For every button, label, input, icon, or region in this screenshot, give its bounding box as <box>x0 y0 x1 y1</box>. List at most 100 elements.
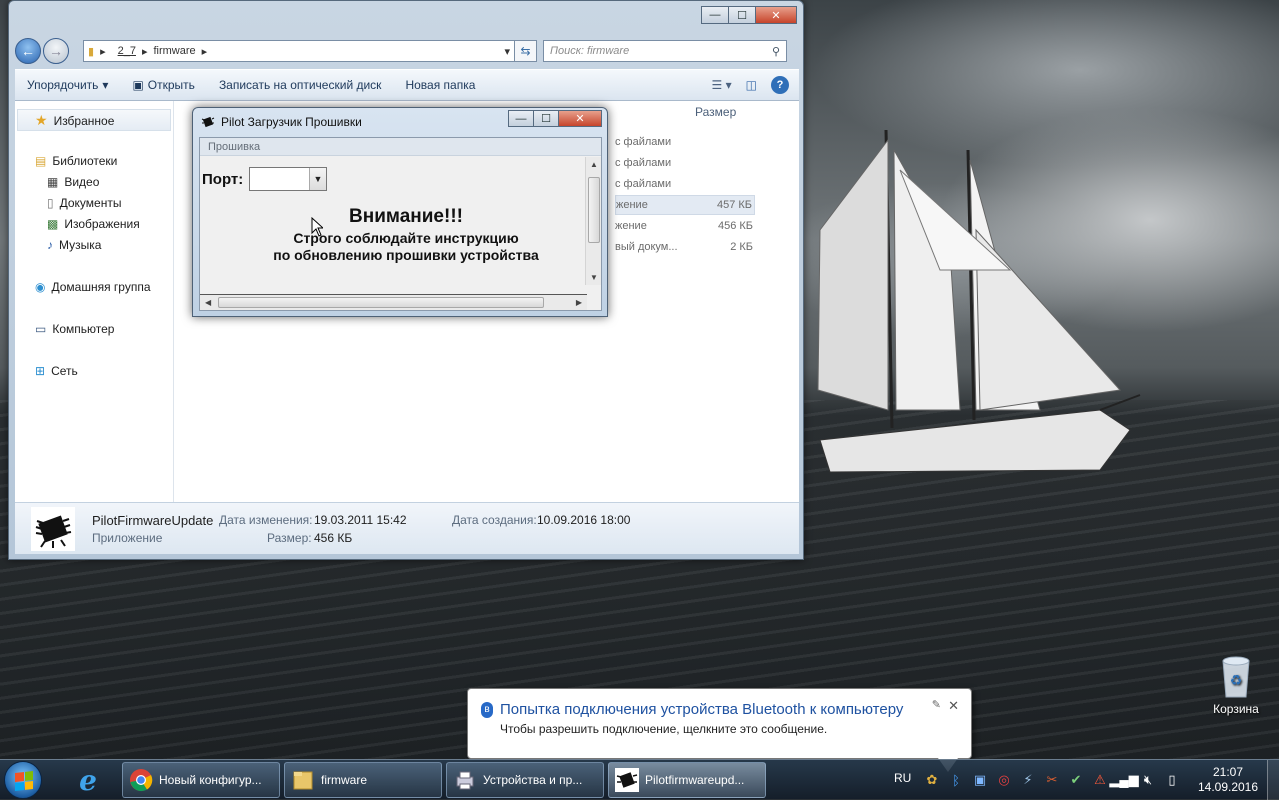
usb-icon[interactable]: ⚡ <box>1018 770 1038 790</box>
breadcrumb-item[interactable]: firmware <box>153 45 195 57</box>
close-button[interactable]: ✕ <box>558 110 602 127</box>
nav-video[interactable]: ▦ Видео <box>47 175 99 189</box>
bluetooth-icon[interactable]: ᛒ <box>946 770 966 790</box>
view-options-icon[interactable]: ☰ ▾ <box>712 78 732 92</box>
breadcrumb-item[interactable]: 2_7 <box>118 45 136 57</box>
nav-label: Изображения <box>64 217 140 231</box>
document-icon: ▯ <box>47 196 54 210</box>
details-created-label: Дата создания: <box>452 513 537 527</box>
nav-libraries[interactable]: ▤ Библиотеки <box>35 154 117 168</box>
open-label: Открыть <box>147 78 195 92</box>
notification-text: Чтобы разрешить подключение, щелкните эт… <box>500 722 828 736</box>
file-type: вый докум... <box>615 241 678 253</box>
horizontal-scrollbar[interactable]: ◀ ▶ <box>200 294 587 310</box>
language-indicator[interactable]: RU <box>894 771 911 785</box>
port-label: Порт: <box>202 171 244 188</box>
nav-homegroup[interactable]: ◉ Домашняя группа <box>35 280 151 294</box>
pilot-caption-buttons: — ☐ ✕ <box>508 110 602 127</box>
file-type: с файлами <box>615 157 672 169</box>
file-row[interactable]: с файлами <box>615 154 755 174</box>
nav-network[interactable]: ⊞ Сеть <box>35 364 78 378</box>
volume-muted-icon[interactable]: 🔇︎ <box>1138 770 1158 790</box>
nav-label: Компьютер <box>52 322 115 336</box>
scrollbar-thumb[interactable] <box>588 177 600 243</box>
monitor-icon[interactable]: ▣ <box>970 770 990 790</box>
action-center-warning-icon[interactable]: ⚠ <box>1090 770 1110 790</box>
help-icon[interactable]: ? <box>771 76 789 94</box>
dropdown-arrow-icon[interactable]: ▾ <box>504 45 510 58</box>
show-desktop-button[interactable] <box>1267 760 1279 800</box>
file-row-selected[interactable]: жение 457 КБ <box>615 195 755 215</box>
task-pilot[interactable]: Pilotfirmwareupd... <box>608 762 766 798</box>
safely-remove-icon[interactable]: ✔ <box>1066 770 1086 790</box>
organize-button[interactable]: Упорядочить ▾ <box>15 78 120 92</box>
forward-button[interactable]: → <box>43 38 69 64</box>
computer-icon: ▭ <box>35 322 47 336</box>
search-input[interactable]: Поиск: firmware ⚲ <box>543 40 787 62</box>
menu-firmware[interactable]: Прошивка <box>200 138 601 156</box>
file-row[interactable]: жение 456 КБ <box>615 217 755 237</box>
tray-red-app-icon[interactable]: ◎ <box>994 770 1014 790</box>
maximize-button[interactable]: ☐ <box>533 110 559 127</box>
internet-explorer-button[interactable]: e <box>68 762 108 798</box>
minimize-button[interactable]: — <box>508 110 534 127</box>
navigation-pane: ★ Избранное ▤ Библиотеки ▦ Видео ▯ Документы… <box>15 101 174 502</box>
preview-pane-icon[interactable]: ◫ <box>746 78 757 92</box>
clock[interactable]: 21:07 14.09.2016 <box>1192 765 1264 795</box>
scrollbar-thumb[interactable] <box>218 297 544 308</box>
pin-icon[interactable]: ✎ <box>932 698 941 711</box>
details-created-value: 10.09.2016 18:00 <box>537 513 631 527</box>
bluetooth-icon: ʙ <box>481 702 493 718</box>
task-explorer[interactable]: firmware <box>284 762 442 798</box>
svg-text:♻: ♻ <box>1230 672 1243 688</box>
port-select[interactable]: ▼ <box>249 167 327 191</box>
file-row[interactable]: вый докум... 2 КБ <box>615 238 755 258</box>
chevron-down-icon: ▾ <box>102 78 109 92</box>
file-row[interactable]: с файлами <box>615 175 755 195</box>
clock-date: 14.09.2016 <box>1197 780 1259 794</box>
close-button[interactable]: ✕ <box>948 698 959 714</box>
new-folder-button[interactable]: Новая папка <box>393 78 487 92</box>
power-icon[interactable]: ▯ <box>1162 770 1182 790</box>
column-header-size[interactable]: Размер <box>695 105 736 119</box>
nav-music[interactable]: ♪ Музыка <box>47 238 101 252</box>
vertical-scrollbar[interactable]: ▲ ▼ <box>585 157 601 285</box>
burn-disc-button[interactable]: Записать на оптический диск <box>207 78 394 92</box>
taskbar: e Новый конфигур... firmware Устройства … <box>0 759 1279 800</box>
scroll-down-icon[interactable]: ▼ <box>590 273 598 282</box>
network-signal-icon[interactable]: ▂▄▆ <box>1109 770 1138 790</box>
nav-images[interactable]: ▩ Изображения <box>47 217 140 231</box>
task-devices[interactable]: Устройства и пр... <box>446 762 604 798</box>
star-icon: ★ <box>35 112 48 128</box>
address-bar[interactable]: ▮ ▸ 2_7 ▸ firmware ▸ ▾ <box>83 40 515 62</box>
chip-app-icon <box>201 116 215 128</box>
nav-computer[interactable]: ▭ Компьютер <box>35 322 114 336</box>
pilot-client-area: Прошивка Порт: ▼ Внимание!!! Строго собл… <box>199 137 602 311</box>
minimize-button[interactable]: — <box>701 6 729 24</box>
file-row[interactable]: с файлами <box>615 133 755 153</box>
tray-app-icon[interactable]: ✿ <box>922 770 942 790</box>
refresh-button[interactable]: ⇆ <box>515 40 537 62</box>
scroll-up-icon[interactable]: ▲ <box>590 160 598 169</box>
breadcrumb-separator: ▸ <box>201 45 208 58</box>
close-button[interactable]: ✕ <box>755 6 797 24</box>
scroll-left-icon[interactable]: ◀ <box>205 298 211 307</box>
scroll-right-icon[interactable]: ▶ <box>576 298 582 307</box>
nav-documents[interactable]: ▯ Документы <box>47 196 121 210</box>
recycle-bin[interactable]: ♻ Корзина <box>1211 655 1261 716</box>
dropdown-arrow-icon[interactable]: ▼ <box>309 168 326 190</box>
bluetooth-notification[interactable]: ʙ Попытка подключения устройства Bluetoo… <box>467 688 972 759</box>
task-label: Устройства и пр... <box>483 773 583 787</box>
breadcrumb-separator: ▸ <box>141 45 148 58</box>
nav-favorites[interactable]: ★ Избранное <box>35 112 114 129</box>
start-button[interactable] <box>4 761 42 799</box>
tray-tool-icon[interactable]: ✂ <box>1042 770 1062 790</box>
mouse-cursor-icon <box>311 217 323 237</box>
app-window-icon: ▣ <box>132 78 144 92</box>
back-button[interactable]: ← <box>15 38 41 64</box>
image-icon: ▩ <box>47 217 59 231</box>
open-button[interactable]: ▣ Открыть <box>120 78 206 92</box>
task-chrome[interactable]: Новый конфигур... <box>122 762 280 798</box>
window-title: Pilot Загрузчик Прошивки <box>221 115 362 129</box>
maximize-button[interactable]: ☐ <box>728 6 756 24</box>
